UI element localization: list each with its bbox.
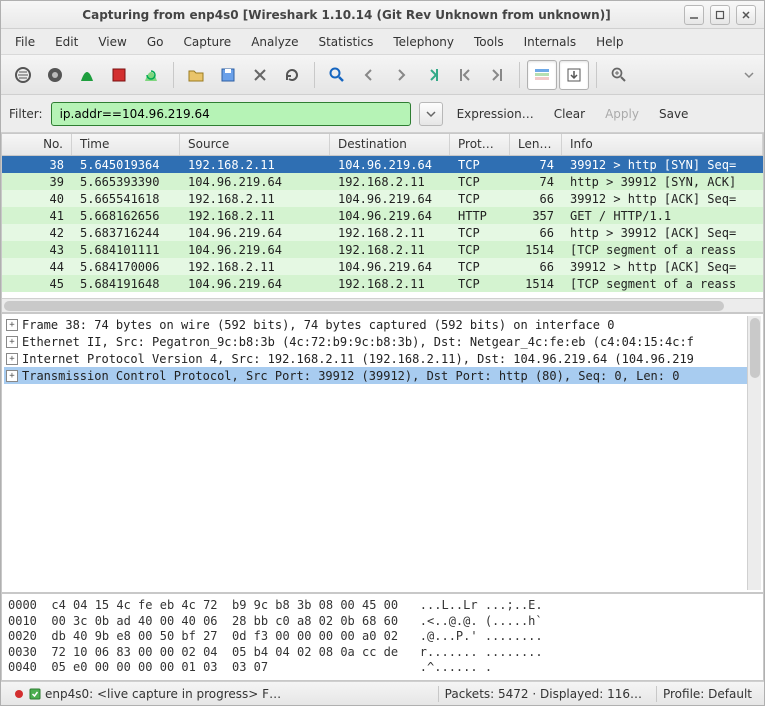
menu-go[interactable]: Go [137, 32, 174, 52]
goto-first-button[interactable] [450, 60, 480, 90]
menu-capture[interactable]: Capture [173, 32, 241, 52]
col-len[interactable]: Length [510, 134, 562, 155]
packet-details-panel: +Frame 38: 74 bytes on wire (592 bits), … [1, 313, 764, 593]
packet-row[interactable]: 445.684170006192.168.2.11104.96.219.64TC… [2, 258, 763, 275]
app-window: Capturing from enp4s0 [Wireshark 1.10.14… [0, 0, 765, 706]
save-file-button[interactable] [213, 60, 243, 90]
menu-tools[interactable]: Tools [464, 32, 514, 52]
expand-icon[interactable]: + [6, 319, 18, 331]
stop-capture-button[interactable] [104, 60, 134, 90]
go-back-button[interactable] [354, 60, 384, 90]
packet-list-body[interactable]: 385.645019364192.168.2.11104.96.219.64TC… [2, 156, 763, 298]
bytes-row[interactable]: 0030 72 10 06 83 00 00 02 04 05 b4 04 02… [8, 645, 757, 661]
packet-row[interactable]: 385.645019364192.168.2.11104.96.219.64TC… [2, 156, 763, 173]
autoscroll-button[interactable] [559, 60, 589, 90]
go-forward-button[interactable] [386, 60, 416, 90]
window-maximize-button[interactable] [710, 5, 730, 25]
packet-list-header: No. Time Source Destination Protocol Len… [2, 134, 763, 156]
goto-last-button[interactable] [482, 60, 512, 90]
find-packet-button[interactable] [322, 60, 352, 90]
packet-row[interactable]: 435.684101111104.96.219.64192.168.2.11TC… [2, 241, 763, 258]
bytes-row[interactable]: 0000 c4 04 15 4c fe eb 4c 72 b9 9c b8 3b… [8, 598, 757, 614]
toolbar [1, 55, 764, 95]
filter-bar: Filter: Expression… Clear Apply Save [1, 95, 764, 133]
menu-internals[interactable]: Internals [514, 32, 587, 52]
status-profile[interactable]: Profile: Default [656, 686, 758, 702]
open-file-button[interactable] [181, 60, 211, 90]
menu-file[interactable]: File [5, 32, 45, 52]
expert-info-icon[interactable] [29, 688, 41, 700]
col-dst[interactable]: Destination [330, 134, 450, 155]
col-proto[interactable]: Protocol [450, 134, 510, 155]
col-src[interactable]: Source [180, 134, 330, 155]
packet-row[interactable]: 395.665393390104.96.219.64192.168.2.11TC… [2, 173, 763, 190]
bytes-row[interactable]: 0040 05 e0 00 00 00 00 01 03 03 07 .^...… [8, 660, 757, 676]
filter-label: Filter: [9, 107, 43, 121]
main-area: No. Time Source Destination Protocol Len… [1, 133, 764, 681]
packet-row[interactable]: 405.665541618192.168.2.11104.96.219.64TC… [2, 190, 763, 207]
goto-packet-button[interactable] [418, 60, 448, 90]
packet-details-tree[interactable]: +Frame 38: 74 bytes on wire (592 bits), … [4, 316, 747, 590]
filter-save-button[interactable]: Save [653, 105, 694, 123]
status-packets: Packets: 5472 · Displayed: 116… [438, 686, 648, 702]
detail-line[interactable]: +Internet Protocol Version 4, Src: 192.1… [4, 350, 747, 367]
expand-icon[interactable]: + [6, 353, 18, 365]
menu-edit[interactable]: Edit [45, 32, 88, 52]
filter-clear-button[interactable]: Clear [548, 105, 591, 123]
window-close-button[interactable] [736, 5, 756, 25]
filter-dropdown-button[interactable] [419, 102, 443, 126]
toolbar-overflow-button[interactable] [740, 60, 758, 90]
titlebar: Capturing from enp4s0 [Wireshark 1.10.14… [1, 1, 764, 29]
expand-icon[interactable]: + [6, 370, 18, 382]
colorize-button[interactable] [527, 60, 557, 90]
expand-icon[interactable]: + [6, 336, 18, 348]
list-interfaces-button[interactable] [8, 60, 38, 90]
filter-apply-button[interactable]: Apply [599, 105, 645, 123]
detail-line[interactable]: +Ethernet II, Src: Pegatron_9c:b8:3b (4c… [4, 333, 747, 350]
detail-line[interactable]: +Frame 38: 74 bytes on wire (592 bits), … [4, 316, 747, 333]
menu-view[interactable]: View [88, 32, 136, 52]
capture-options-button[interactable] [40, 60, 70, 90]
packet-row[interactable]: 455.684191648104.96.219.64192.168.2.11TC… [2, 275, 763, 292]
status-bar: enp4s0: <live capture in progress> F… Pa… [1, 681, 764, 705]
menu-help[interactable]: Help [586, 32, 633, 52]
filter-input[interactable] [51, 102, 411, 126]
detail-line[interactable]: +Transmission Control Protocol, Src Port… [4, 367, 747, 384]
start-capture-button[interactable] [72, 60, 102, 90]
packet-list-hscrollbar[interactable] [2, 298, 763, 312]
packet-row[interactable]: 415.668162656192.168.2.11104.96.219.64HT… [2, 207, 763, 224]
status-interface: enp4s0: <live capture in progress> F… [45, 687, 281, 701]
capture-active-icon [13, 688, 25, 700]
packet-bytes-panel[interactable]: 0000 c4 04 15 4c fe eb 4c 72 b9 9c b8 3b… [1, 593, 764, 681]
menu-telephony[interactable]: Telephony [383, 32, 464, 52]
bytes-row[interactable]: 0010 00 3c 0b ad 40 00 40 06 28 bb c0 a8… [8, 614, 757, 630]
menubar: File Edit View Go Capture Analyze Statis… [1, 29, 764, 55]
col-no[interactable]: No. [2, 134, 72, 155]
reload-button[interactable] [277, 60, 307, 90]
packet-row[interactable]: 425.683716244104.96.219.64192.168.2.11TC… [2, 224, 763, 241]
menu-statistics[interactable]: Statistics [308, 32, 383, 52]
col-info[interactable]: Info [562, 134, 763, 155]
filter-expression-button[interactable]: Expression… [451, 105, 540, 123]
window-title: Capturing from enp4s0 [Wireshark 1.10.14… [9, 8, 684, 22]
col-time[interactable]: Time [72, 134, 180, 155]
details-vscrollbar[interactable] [747, 316, 761, 590]
restart-capture-button[interactable] [136, 60, 166, 90]
bytes-row[interactable]: 0020 db 40 9b e8 00 50 bf 27 0d f3 00 00… [8, 629, 757, 645]
close-file-button[interactable] [245, 60, 275, 90]
zoom-in-button[interactable] [604, 60, 634, 90]
packet-list-panel: No. Time Source Destination Protocol Len… [1, 133, 764, 313]
window-minimize-button[interactable] [684, 5, 704, 25]
menu-analyze[interactable]: Analyze [241, 32, 308, 52]
